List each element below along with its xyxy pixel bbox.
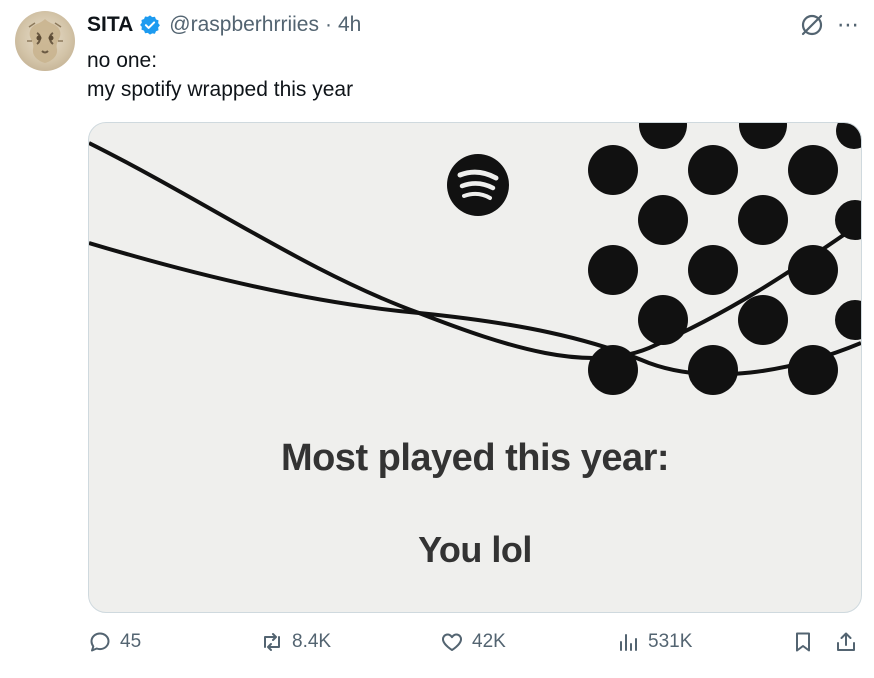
avatar[interactable]	[15, 11, 75, 71]
verified-badge-icon	[140, 15, 161, 35]
reply-icon	[90, 632, 110, 652]
tweet-media-image[interactable]: Most played this year: You lol	[88, 122, 862, 613]
author-name[interactable]: SITA	[87, 13, 133, 37]
like-button[interactable]: 42K	[440, 630, 506, 654]
tweet-header: SITA @raspberhrriies · 4h	[87, 11, 361, 39]
tweet-timestamp[interactable]: 4h	[338, 13, 361, 37]
tweet-action-bar: 45 8.4K 42K 531K	[88, 630, 860, 666]
spotify-logo-icon	[447, 154, 509, 216]
bookmark-icon	[796, 632, 810, 652]
media-heading: Most played this year:	[280, 437, 670, 479]
bookmark-button[interactable]	[791, 630, 815, 654]
repost-count: 8.4K	[292, 631, 332, 652]
views-button[interactable]: 531K	[616, 630, 692, 654]
author-handle[interactable]: @raspberhrriies	[169, 13, 319, 37]
like-count: 42K	[472, 631, 506, 652]
views-chart-icon	[620, 634, 637, 651]
view-count: 531K	[648, 631, 693, 652]
reply-count: 45	[120, 631, 142, 652]
dot-pattern	[588, 123, 861, 395]
tweet-text-line: my spotify wrapped this year	[87, 78, 354, 101]
avatar-image	[27, 19, 63, 63]
tweet-top-actions: ⋯	[799, 12, 860, 38]
grok-icon[interactable]	[799, 12, 825, 38]
tweet-text: no one: my spotify wrapped this year	[87, 46, 353, 104]
heart-icon	[442, 633, 462, 651]
share-icon	[837, 632, 855, 651]
repost-icon	[264, 633, 280, 651]
tweet-text-line: no one:	[87, 49, 158, 72]
reply-button[interactable]: 45	[88, 630, 141, 654]
header-separator: ·	[324, 13, 332, 36]
repost-button[interactable]: 8.4K	[260, 630, 331, 654]
media-subheading: You lol	[418, 529, 532, 570]
more-options-icon[interactable]: ⋯	[837, 14, 860, 36]
share-button[interactable]	[834, 630, 858, 654]
